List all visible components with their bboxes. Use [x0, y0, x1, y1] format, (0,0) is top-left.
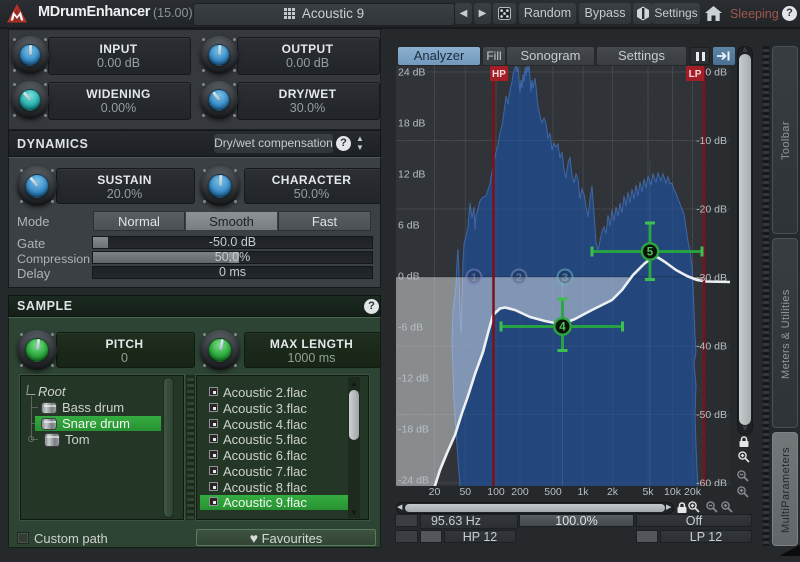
- svg-text:2: 2: [516, 272, 522, 284]
- svg-text:-40 dB: -40 dB: [696, 341, 727, 353]
- svg-text:-10 dB: -10 dB: [696, 135, 727, 147]
- svg-text:HP: HP: [492, 69, 506, 80]
- svg-text:6 dB: 6 dB: [398, 220, 420, 232]
- svg-text:-60 dB: -60 dB: [696, 478, 727, 487]
- svg-text:-50 dB: -50 dB: [696, 409, 727, 421]
- svg-text:4: 4: [559, 322, 566, 334]
- svg-text:-18 dB: -18 dB: [398, 424, 429, 436]
- svg-text:18 dB: 18 dB: [398, 118, 425, 130]
- svg-text:-20 dB: -20 dB: [696, 204, 727, 216]
- svg-text:1: 1: [471, 272, 477, 284]
- svg-text:LP: LP: [689, 69, 702, 80]
- svg-text:-24 dB: -24 dB: [398, 475, 429, 487]
- svg-text:24 dB: 24 dB: [398, 67, 425, 79]
- svg-text:0 dB: 0 dB: [705, 67, 727, 79]
- svg-text:12 dB: 12 dB: [398, 169, 425, 181]
- svg-text:-12 dB: -12 dB: [398, 373, 429, 385]
- svg-text:5: 5: [647, 247, 654, 259]
- svg-text:0 dB: 0 dB: [398, 271, 420, 283]
- svg-text:-30 dB: -30 dB: [696, 272, 727, 284]
- svg-text:-6 dB: -6 dB: [398, 322, 423, 334]
